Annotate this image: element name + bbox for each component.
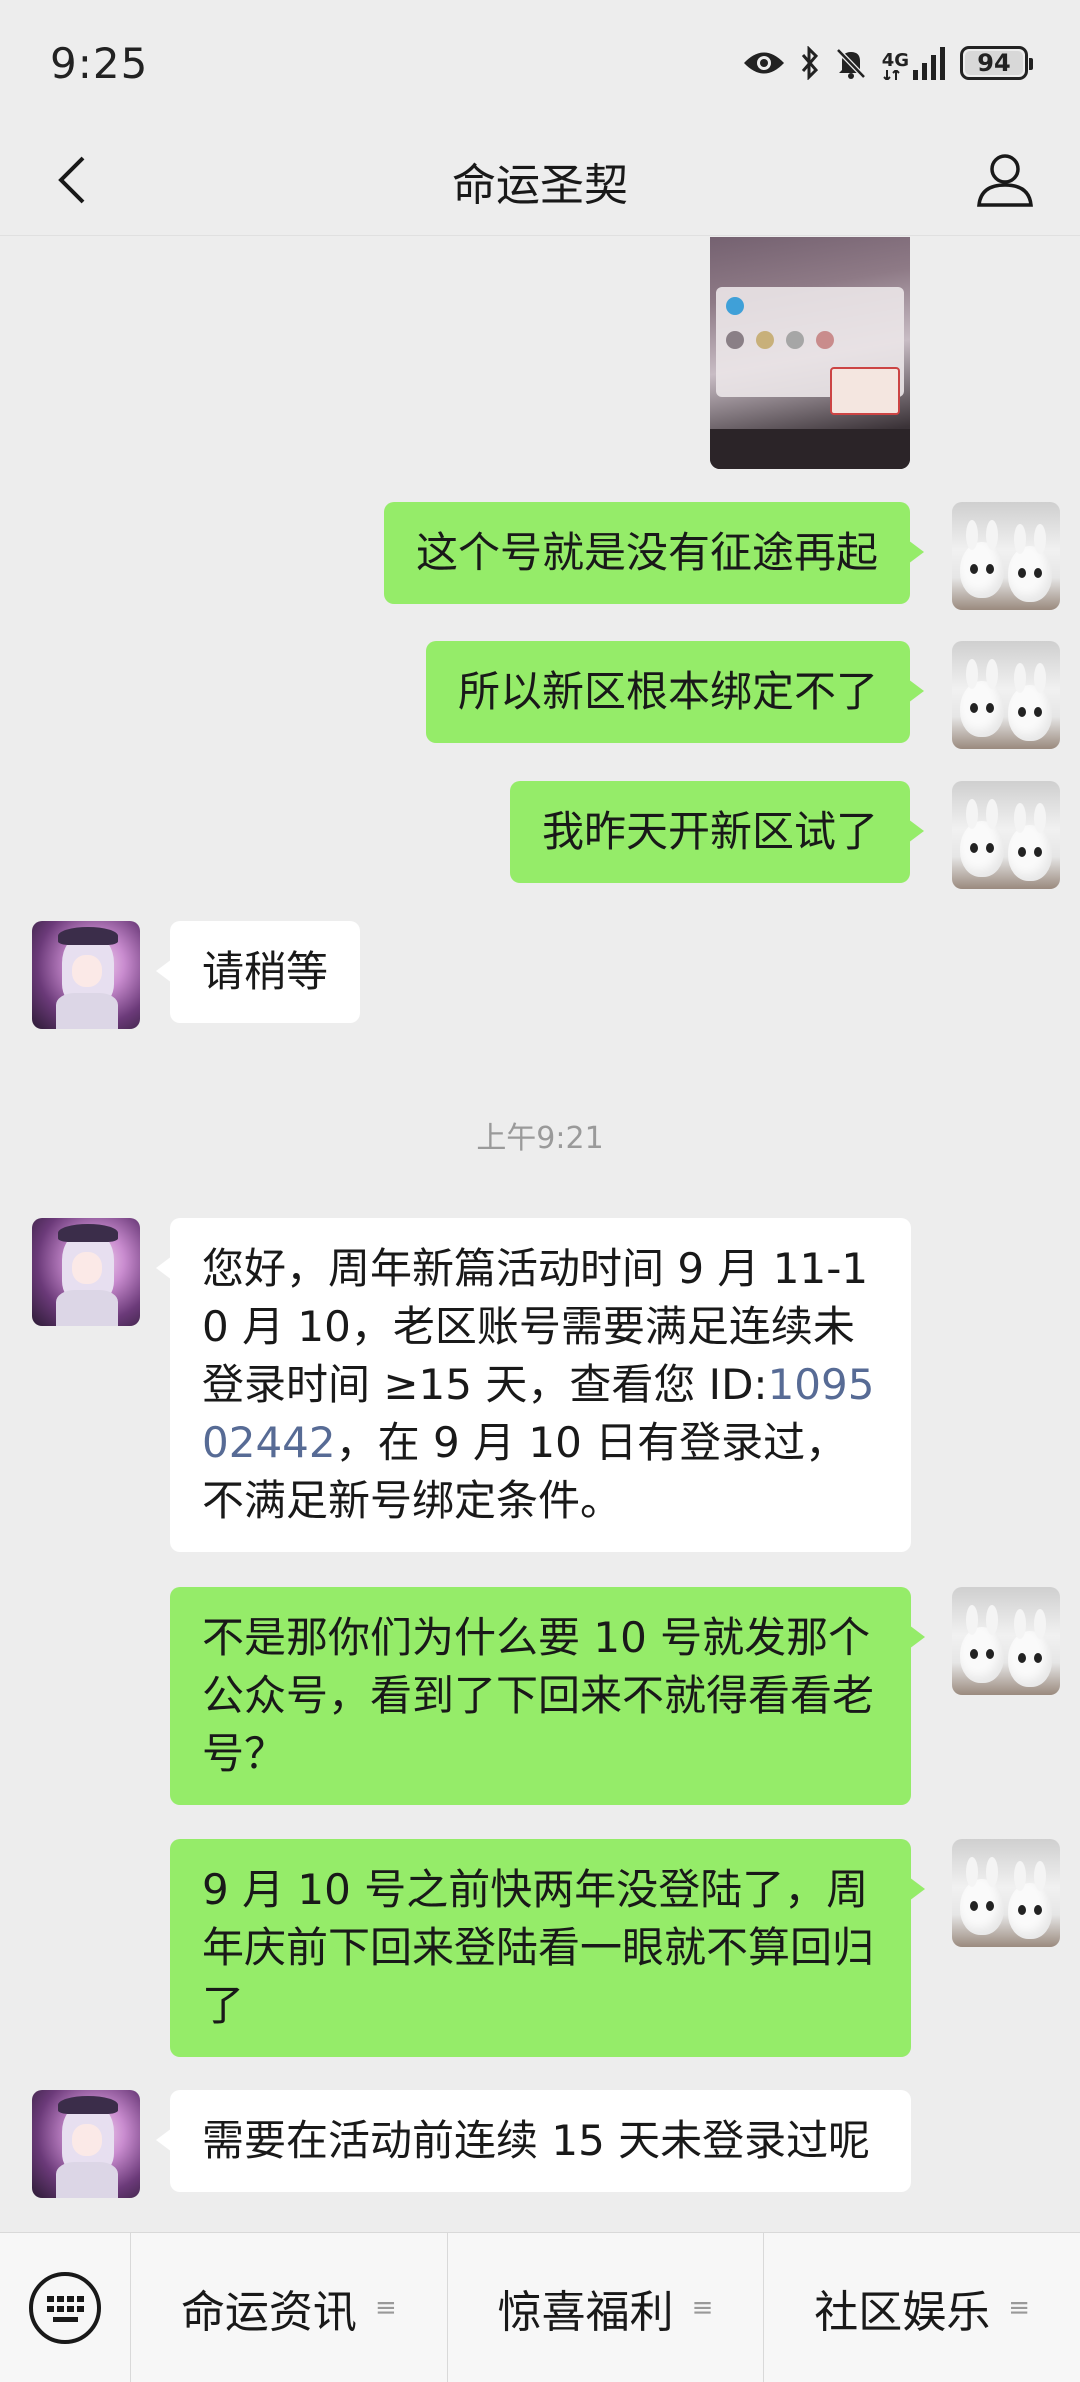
timestamp: 上午9:21 <box>476 1121 604 1156</box>
list-icon: ≡ <box>1008 2292 1031 2323</box>
bot-avatar[interactable] <box>32 1218 140 1326</box>
my-avatar[interactable] <box>952 781 1060 889</box>
back-button[interactable] <box>40 148 104 212</box>
my-avatar[interactable] <box>952 502 1060 610</box>
menu-item-news[interactable]: 命运资讯 ≡ <box>130 2232 447 2382</box>
chat-messages[interactable]: 这个号就是没有征途再起 所以新区根本绑定不了 我昨天开新区试了 请稍等 上午9:… <box>0 237 1080 2232</box>
network-label: 4G <box>881 50 909 71</box>
list-icon: ≡ <box>691 2292 714 2323</box>
message-bubble-received[interactable]: 需要在活动前连续 15 天未登录过呢 <box>156 2090 911 2192</box>
my-avatar[interactable] <box>952 1839 1060 1947</box>
my-avatar[interactable] <box>952 1587 1060 1695</box>
menu-item-label: 命运资讯 <box>180 2286 357 2338</box>
menu-item-welfare[interactable]: 惊喜福利 ≡ <box>446 2232 764 2382</box>
message-bubble-sent[interactable]: 所以新区根本绑定不了 <box>425 641 925 743</box>
message-bubble-sent[interactable]: 这个号就是没有征途再起 <box>383 502 925 604</box>
battery-level: 94 <box>977 49 1011 77</box>
bot-avatar[interactable] <box>32 2090 140 2198</box>
chat-title: 命运圣契 <box>452 159 628 211</box>
status-bar: 9:25 4G 94 <box>0 0 1080 126</box>
bot-avatar[interactable] <box>32 921 140 1029</box>
message-bubble-sent[interactable]: 我昨天开新区试了 <box>509 781 925 883</box>
keyboard-toggle-button[interactable] <box>0 2233 130 2382</box>
status-time: 9:25 <box>50 38 149 88</box>
menu-item-community[interactable]: 社区娱乐 ≡ <box>763 2232 1080 2382</box>
message-bubble-sent[interactable]: 9 月 10 号之前快两年没登陆了，周年庆前下回来登陆看一眼就不算回归了 <box>170 1839 925 2057</box>
bluetooth-icon <box>800 46 820 80</box>
mute-bell-icon <box>834 46 868 80</box>
menu-item-label: 社区娱乐 <box>814 2286 991 2338</box>
screenshot-badge <box>830 367 900 415</box>
official-account-menu: 命运资讯 ≡ 惊喜福利 ≡ 社区娱乐 ≡ <box>0 2232 1080 2382</box>
chat-header: 命运圣契 <box>0 126 1080 236</box>
person-icon <box>977 154 1033 207</box>
signal-icon: 4G <box>882 46 946 80</box>
battery-icon: 94 <box>960 46 1033 80</box>
chevron-left-icon <box>58 156 85 204</box>
keyboard-icon <box>29 2271 101 2344</box>
message-bubble-sent[interactable]: 不是那你们为什么要 10 号就发那个公众号，看到了下回来不就得看看老号？ <box>170 1587 925 1805</box>
image-message[interactable] <box>710 237 910 469</box>
screenshot-tabbar <box>710 429 910 469</box>
list-icon: ≡ <box>374 2292 397 2323</box>
status-icons: 4G 94 <box>742 46 1033 80</box>
menu-item-label: 惊喜福利 <box>497 2286 674 2338</box>
eye-icon <box>742 48 786 78</box>
my-avatar[interactable] <box>952 641 1060 749</box>
message-bubble-received[interactable]: 请稍等 <box>155 921 361 1023</box>
message-bubble-received[interactable]: 您好，周年新篇活动时间 9 月 11-10 月 10，老区账号需要满足连续未登录… <box>156 1218 911 1552</box>
chat-info-button[interactable] <box>970 148 1040 212</box>
